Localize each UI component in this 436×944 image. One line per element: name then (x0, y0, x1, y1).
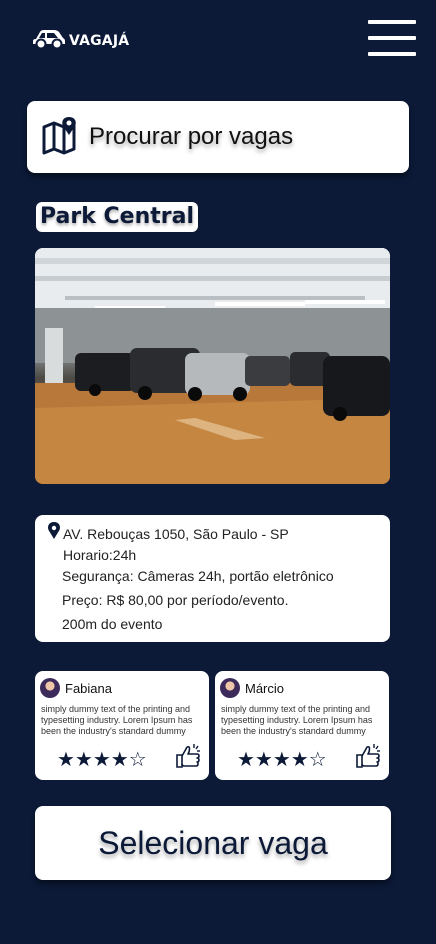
review-text: simply dummy text of the printing and ty… (41, 704, 193, 736)
star-rating: ★★★★☆ (237, 747, 327, 771)
avatar (220, 678, 240, 698)
parking-price: Preço: R$ 80,00 por período/evento. (62, 592, 289, 608)
reviewer-name: Fabiana (65, 681, 112, 696)
parking-name: Park Central (36, 202, 198, 232)
review-card: Fabiana simply dummy text of the printin… (35, 671, 209, 780)
search-label: Procurar por vagas (89, 123, 294, 150)
location-pin-icon (47, 522, 61, 543)
review-text: simply dummy text of the printing and ty… (221, 704, 373, 736)
parking-address: AV. Rebouças 1050, São Paulo - SP (63, 526, 289, 542)
thumbs-up-icon[interactable] (355, 743, 381, 774)
select-spot-button[interactable]: Selecionar vaga (35, 806, 391, 880)
app-logo[interactable]: VAGAJÁ (32, 26, 129, 55)
review-card: Márcio simply dummy text of the printing… (215, 671, 389, 780)
reviewer-name: Márcio (245, 681, 285, 696)
search-parking-button[interactable]: Procurar por vagas (27, 101, 409, 173)
parking-info-card: AV. Rebouças 1050, São Paulo - SP Horari… (35, 515, 390, 642)
logo-text: VAGAJÁ (69, 32, 130, 49)
thumbs-up-icon[interactable] (175, 743, 201, 774)
map-pin-icon (41, 115, 81, 160)
avatar (40, 678, 60, 698)
parking-distance: 200m do evento (62, 616, 163, 632)
parking-garage-photo (35, 248, 390, 484)
parking-security: Segurança: Câmeras 24h, portão eletrônic… (62, 568, 334, 584)
star-rating: ★★★★☆ (57, 747, 147, 771)
parking-hours: Horario:24h (63, 547, 137, 563)
app-header: VAGAJÁ (0, 0, 436, 80)
hamburger-menu-icon[interactable] (368, 20, 416, 56)
car-icon (32, 26, 66, 55)
